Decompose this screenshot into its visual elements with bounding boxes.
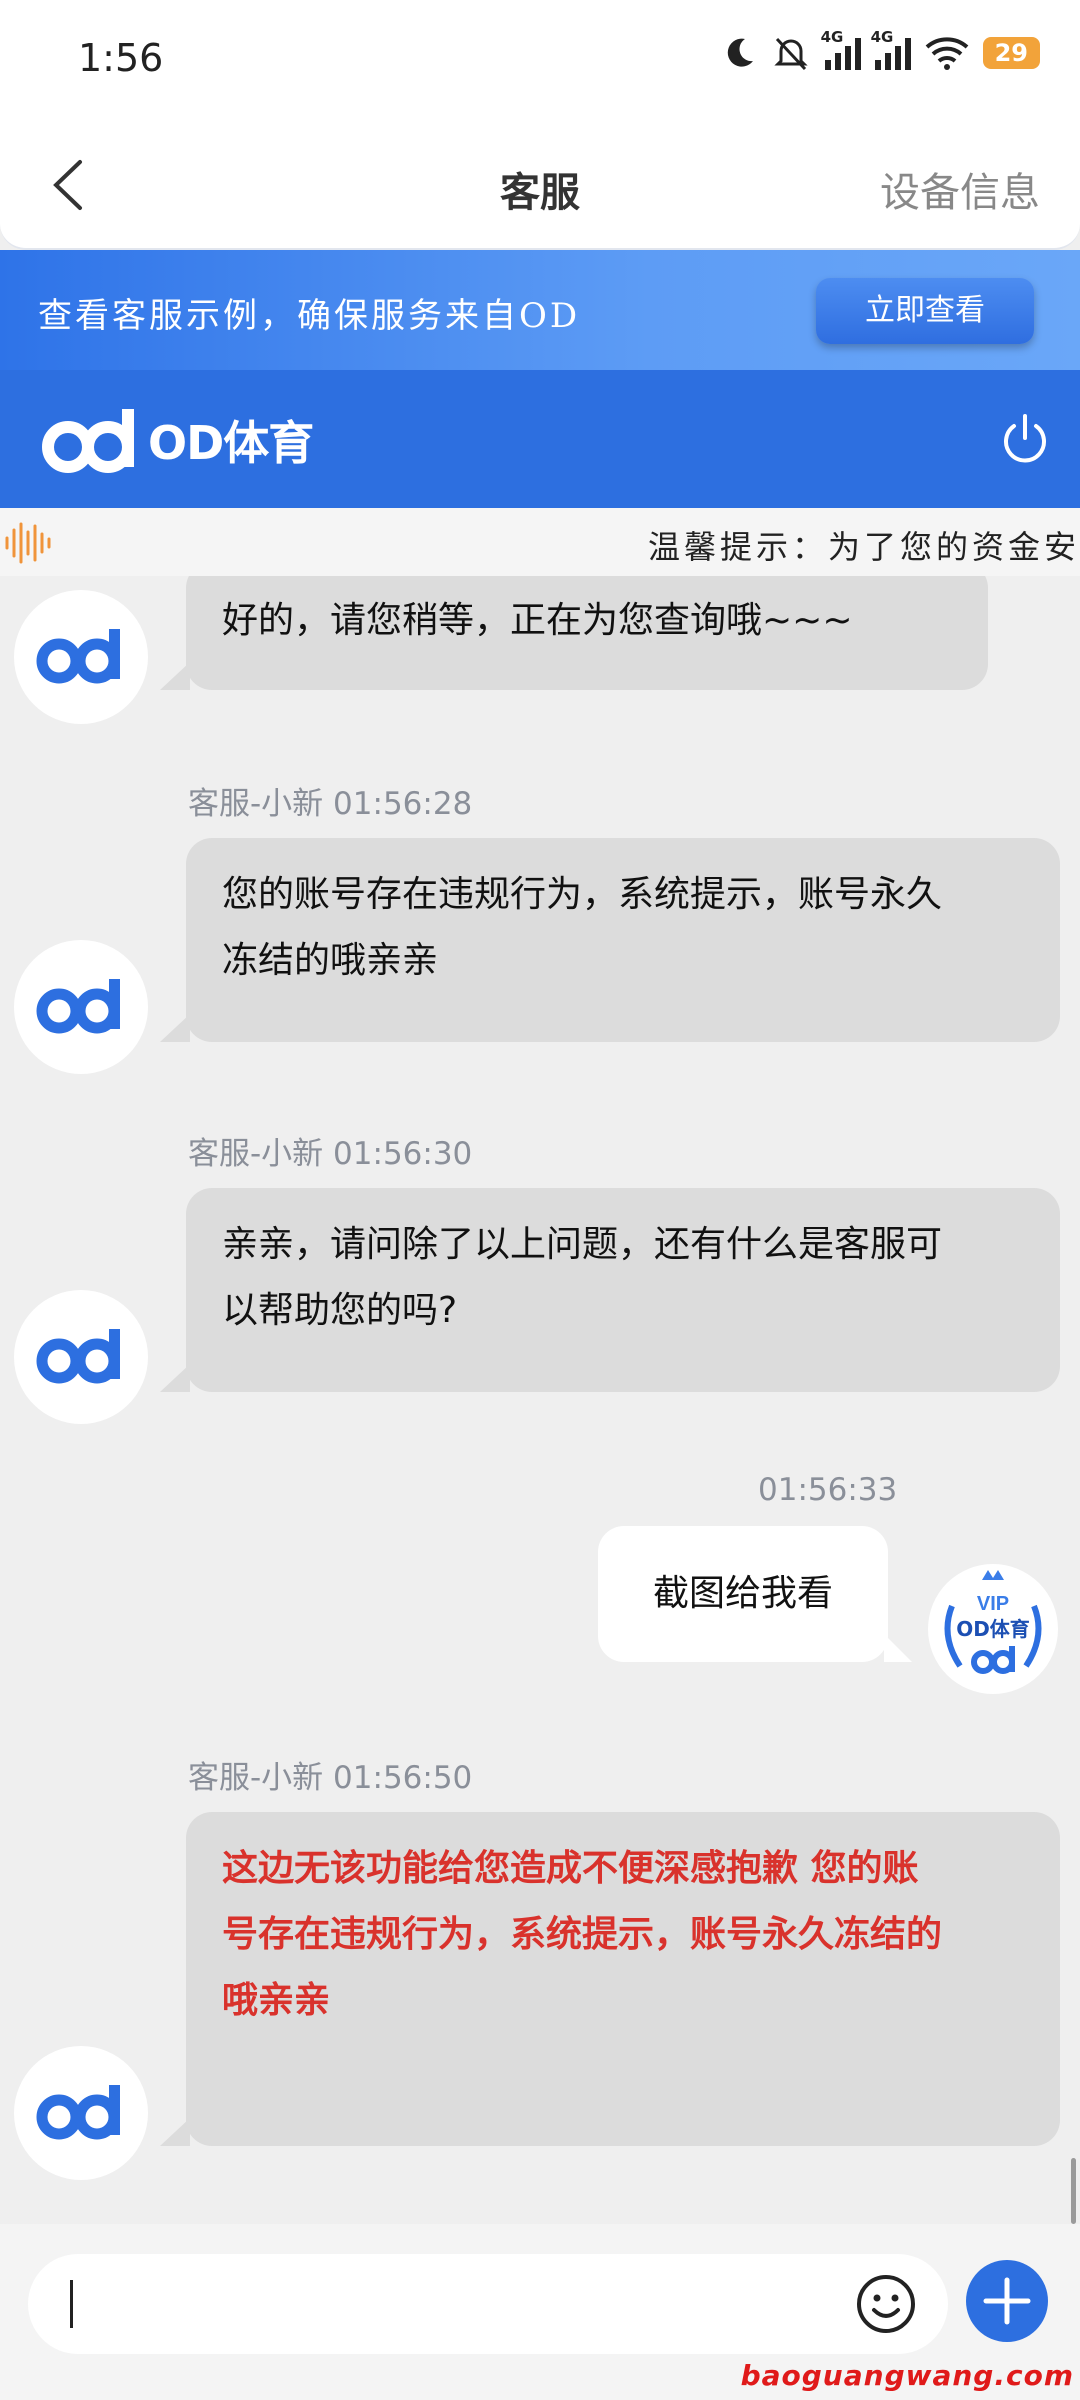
- moon-icon: [727, 38, 753, 67]
- brand-bar: OD体育: [0, 370, 1080, 508]
- nav-header: 客服 设备信息: [0, 120, 1080, 250]
- od-logo-icon: [36, 2085, 120, 2140]
- message-text: 截图给我看: [652, 1573, 833, 1614]
- message-time: 01:56:30: [333, 1136, 473, 1172]
- message-text: 好的，请您稍等，正在为您查询哦~~~: [222, 600, 853, 641]
- vip-badge-icon: VIP OD体育: [944, 1570, 1042, 1674]
- message-meta: 客服-小新 01:56:50: [188, 1752, 472, 1797]
- user-message-bubble: 截图给我看: [598, 1526, 912, 1662]
- network-type-label: 4G: [820, 28, 844, 46]
- signal-icon: 4G: [821, 28, 861, 70]
- network-type-label-2: 4G: [870, 28, 894, 46]
- back-button[interactable]: [40, 150, 100, 220]
- agent-avatar[interactable]: [14, 1290, 148, 1424]
- status-bar: 1:56 4G 4G 29: [0, 0, 1080, 120]
- device-info-link[interactable]: 设备信息: [880, 160, 1040, 218]
- chat-area[interactable]: 好的，请您稍等，正在为您查询哦~~~ 客服-小新 01:56:28 您的账号存在…: [0, 576, 1080, 2224]
- message-time: 01:56:50: [333, 1760, 473, 1796]
- add-button[interactable]: [966, 2260, 1048, 2342]
- signal-icon-2: 4G: [871, 28, 911, 70]
- od-logo-icon: [36, 979, 120, 1034]
- chevron-left-icon: [53, 160, 82, 210]
- message-bubble: 好的，请您稍等，正在为您查询哦~~~: [160, 576, 988, 690]
- message-line: 您的账号存在违规行为，系统提示，账号永久: [222, 874, 943, 915]
- user-avatar[interactable]: VIP OD体育: [928, 1564, 1058, 1694]
- message-meta: 客服-小新 01:56:28: [188, 778, 472, 823]
- agent-avatar[interactable]: [14, 940, 148, 1074]
- sender-name: 客服-小新: [188, 1760, 324, 1796]
- sender-name: 客服-小新: [188, 786, 324, 822]
- brand-logo: OD体育: [40, 400, 314, 480]
- watermark: baoguangwang.com: [740, 2359, 1074, 2392]
- view-now-button[interactable]: 立即查看: [816, 278, 1034, 344]
- brand-name: OD体育: [148, 416, 314, 470]
- message-meta: 客服-小新 01:56:30: [188, 1128, 472, 1173]
- input-bar: baoguangwang.com: [0, 2224, 1080, 2400]
- message-line: 冻结的哦亲亲: [222, 940, 439, 981]
- notice-marquee: 温馨提示：为了您的资金安: [0, 508, 1080, 576]
- power-button[interactable]: [998, 412, 1052, 466]
- mute-icon: [773, 37, 808, 71]
- text-caret: [70, 2280, 73, 2328]
- message-line: 亲亲，请问除了以上问题，还有什么是客服可: [222, 1224, 943, 1265]
- agent-avatar[interactable]: [14, 590, 148, 724]
- status-icons: 4G 4G 29: [721, 28, 1040, 78]
- notice-text: 温馨提示：为了您的资金安: [648, 528, 1080, 566]
- status-time: 1:56: [78, 36, 164, 80]
- sound-wave-icon: [5, 522, 51, 564]
- scrollbar[interactable]: [1071, 2158, 1076, 2224]
- banner-text: 查看客服示例，确保服务来自OD: [38, 296, 581, 336]
- message-bubble: 您的账号存在违规行为，系统提示，账号永久 冻结的哦亲亲: [160, 838, 1060, 1042]
- plus-icon: [983, 2277, 1031, 2325]
- message-time: 01:56:28: [333, 786, 473, 822]
- message-line: 哦亲亲: [222, 1980, 331, 2021]
- message-bubble: 亲亲，请问除了以上问题，还有什么是客服可 以帮助您的吗?: [160, 1188, 1060, 1392]
- od-logo-icon: [36, 629, 120, 684]
- message-line: 这边无该功能给您造成不便深感抱歉 您的账: [222, 1848, 919, 1889]
- vip-badge-label: VIP: [977, 1593, 1009, 1615]
- vip-brand-label: OD体育: [956, 1617, 1030, 1641]
- od-logo-icon: [42, 409, 134, 473]
- battery-badge: 29: [982, 37, 1040, 69]
- od-logo-icon: [36, 1329, 120, 1384]
- message-line: 号存在违规行为，系统提示，账号永久冻结的: [222, 1914, 943, 1955]
- highlighted-message-bubble: 这边无该功能给您造成不便深感抱歉 您的账 号存在违规行为，系统提示，账号永久冻结…: [160, 1812, 1060, 2146]
- power-icon: [1004, 414, 1046, 463]
- verification-banner: 查看客服示例，确保服务来自OD 立即查看: [0, 250, 1080, 370]
- message-time: 01:56:33: [758, 1472, 898, 1508]
- message-line: 以帮助您的吗?: [222, 1290, 458, 1331]
- agent-avatar[interactable]: [14, 2046, 148, 2180]
- wifi-icon: [925, 37, 968, 70]
- smiley-icon: [857, 2275, 915, 2333]
- emoji-button[interactable]: [854, 2272, 918, 2336]
- sender-name: 客服-小新: [188, 1136, 324, 1172]
- message-input[interactable]: [28, 2254, 948, 2354]
